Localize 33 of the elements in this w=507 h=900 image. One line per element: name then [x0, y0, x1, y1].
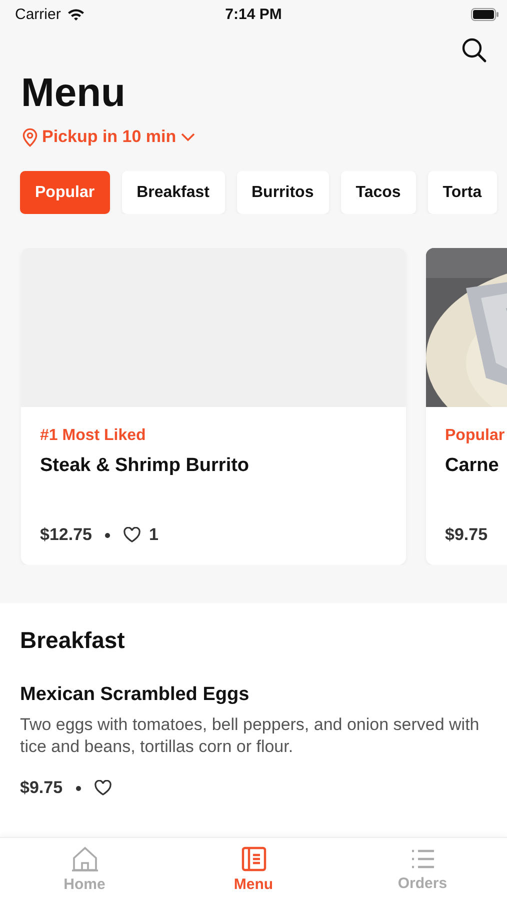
dish-card[interactable]: Popular Carne $9.75	[426, 248, 507, 565]
dish-price: $9.75	[445, 525, 488, 545]
dish-name: Mexican Scrambled Eggs	[20, 684, 250, 706]
separator-dot	[76, 786, 81, 790]
menu-book-icon	[240, 846, 266, 872]
search-icon[interactable]	[461, 37, 487, 63]
dish-tag: Popular	[445, 427, 507, 445]
category-tab[interactable]: Breakfast	[122, 171, 224, 214]
status-time: 7:14 PM	[225, 6, 282, 22]
dish-description: Two eggs with tomatoes, bell peppers, and onion served with tice and beans, tortillas corn or flour.	[20, 714, 480, 758]
battery-icon	[471, 8, 499, 20]
heart-icon[interactable]	[94, 780, 112, 796]
location-pin-icon	[22, 128, 38, 146]
section-title: Breakfast	[20, 627, 126, 654]
category-tab[interactable]: Tacos	[340, 171, 416, 214]
page-title: Menu	[21, 71, 126, 115]
tab-bar-item[interactable]: Menu	[169, 838, 338, 900]
wifi-icon	[66, 8, 85, 20]
carrier-label: Carrier	[15, 6, 61, 22]
chevron-down-icon	[180, 132, 196, 142]
dish-price: $12.75	[40, 525, 92, 545]
dish-tag: #1 Most Liked	[40, 427, 387, 445]
like-count: 1	[149, 525, 158, 545]
category-tab[interactable]: Torta	[428, 171, 497, 214]
category-tab[interactable]: Burritos	[236, 171, 329, 214]
dish-name: Carne	[445, 455, 500, 477]
category-tab[interactable]: Popular	[20, 171, 110, 214]
dish-card[interactable]: #1 Most Liked Steak & Shrimp Burrito $12.75 1	[21, 248, 406, 565]
dish-price: $9.75	[20, 778, 63, 798]
home-icon	[70, 846, 98, 872]
heart-icon[interactable]	[123, 527, 141, 543]
separator-dot	[105, 532, 110, 538]
dish-name: Steak & Shrimp Burrito	[40, 455, 250, 477]
